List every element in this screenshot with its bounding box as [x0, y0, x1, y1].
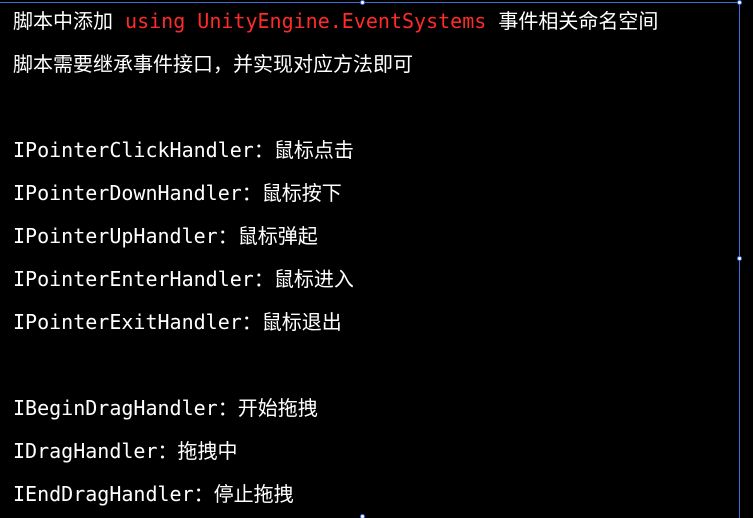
handler-line-pointer-click: IPointerClickHandler：鼠标点击 [13, 138, 354, 162]
handler-line-end-drag: IEndDragHandler：停止拖拽 [13, 482, 294, 506]
intro-line-1-suffix: 事件相关命名空间 [486, 9, 659, 33]
selection-frame-top [0, 2, 740, 3]
intro-line-1-prefix: 脚本中添加 [13, 9, 126, 33]
handler-line-pointer-exit: IPointerExitHandler：鼠标退出 [13, 310, 342, 334]
resize-handle-top[interactable] [360, 0, 365, 5]
namespace-code: using UnityEngine.EventSystems [125, 9, 487, 33]
handler-line-pointer-enter: IPointerEnterHandler：鼠标进入 [13, 267, 354, 291]
handler-line-pointer-down: IPointerDownHandler：鼠标按下 [13, 181, 342, 205]
resize-handle-top-right[interactable] [737, 0, 742, 5]
handler-line-begin-drag: IBeginDragHandler：开始拖拽 [13, 396, 318, 420]
intro-line-2: 脚本需要继承事件接口，并实现对应方法即可 [13, 52, 413, 76]
handler-line-drag: IDragHandler：拖拽中 [13, 439, 238, 463]
text-block: 脚本中添加 using UnityEngine.EventSystems 事件相… [13, 0, 658, 516]
resize-handle-right[interactable] [737, 256, 742, 261]
handler-line-pointer-up: IPointerUpHandler：鼠标弹起 [13, 224, 318, 248]
intro-line-1: 脚本中添加 using UnityEngine.EventSystems 事件相… [13, 0, 658, 43]
resize-handle-bottom[interactable] [360, 514, 365, 518]
text-canvas: 脚本中添加 using UnityEngine.EventSystems 事件相… [0, 0, 753, 518]
